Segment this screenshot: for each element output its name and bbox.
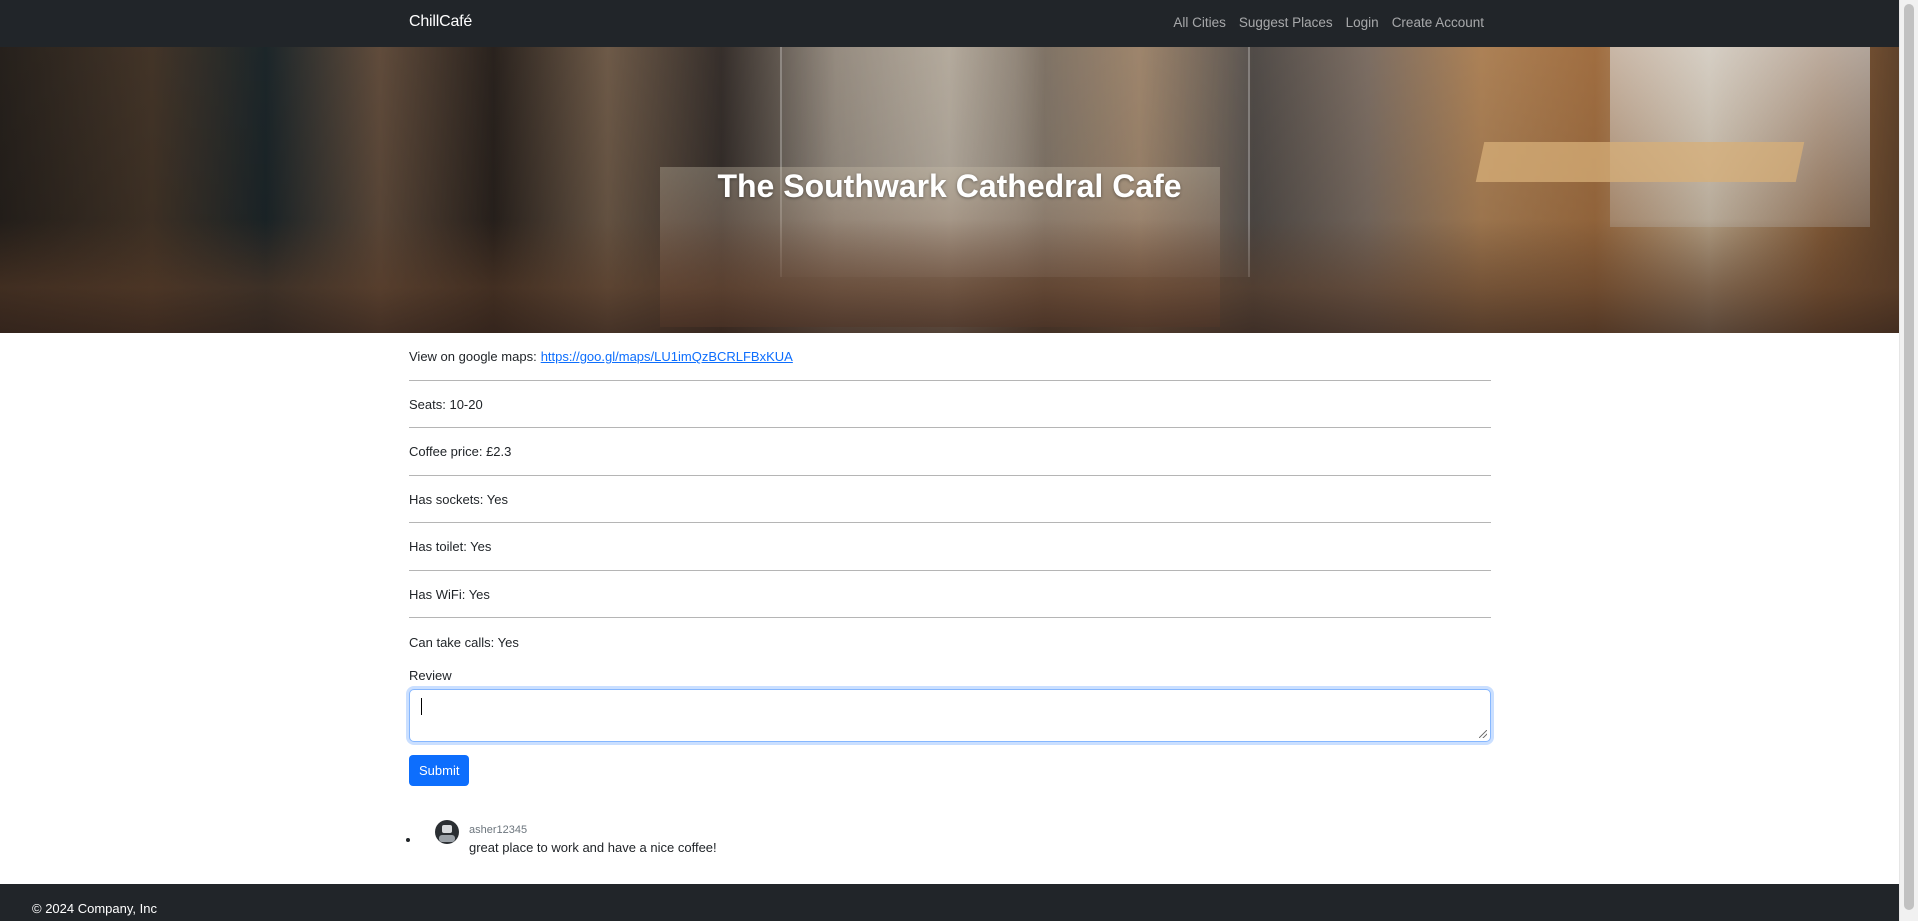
review-body: great place to work and have a nice coff… [469, 839, 717, 855]
seats-row: Seats: 10-20 [409, 381, 1491, 428]
review-content: asher12345 great place to work and have … [469, 824, 717, 855]
brand-logo[interactable]: ChillCafé [409, 13, 472, 31]
submit-button[interactable]: Submit [409, 754, 470, 786]
review-textarea[interactable] [409, 688, 1491, 742]
nav-login[interactable]: Login [1346, 15, 1379, 30]
review-username: asher12345 [469, 823, 528, 836]
wifi-row: Has WiFi: Yes [409, 571, 1491, 618]
hero-banner: The Southwark Cathedral Cafe [0, 47, 1899, 333]
text-caret [421, 697, 422, 715]
toilet-row: Has toilet: Yes [409, 523, 1491, 571]
nav-suggest-places[interactable]: Suggest Places [1239, 15, 1333, 30]
review-item: asher12345 great place to work and have … [435, 819, 1491, 855]
review-label: Review [409, 667, 452, 683]
footer-copyright: © 2024 Company, Inc [32, 901, 157, 916]
review-list: asher12345 great place to work and have … [421, 819, 1491, 855]
resize-grip-icon[interactable] [1479, 729, 1487, 738]
nav-all-cities[interactable]: All Cities [1173, 15, 1226, 30]
list-item: asher12345 great place to work and have … [421, 819, 1491, 855]
maps-label: View on google maps: [409, 349, 537, 365]
avatar [435, 819, 459, 844]
cafe-details: View on google maps: https://goo.gl/maps… [409, 333, 1491, 855]
vertical-scrollbar[interactable] [1899, 0, 1918, 921]
sockets-row: Has sockets: Yes [409, 476, 1491, 523]
nav-links: All Cities Suggest Places Login Create A… [1173, 15, 1484, 30]
cafe-title: The Southwark Cathedral Cafe [717, 168, 1182, 204]
top-navbar: ChillCafé All Cities Suggest Places Logi… [0, 0, 1899, 47]
coffee-price-row: Coffee price: £2.3 [409, 428, 1491, 476]
hero-image-shade [0, 218, 1899, 333]
footer: © 2024 Company, Inc [0, 884, 1899, 921]
maps-row: View on google maps: https://goo.gl/maps… [409, 333, 1491, 381]
scrollbar-thumb[interactable] [1904, 4, 1914, 910]
calls-row: Can take calls: Yes [409, 634, 519, 650]
nav-create-account[interactable]: Create Account [1392, 15, 1484, 30]
maps-link[interactable]: https://goo.gl/maps/LU1imQzBCRLFBxKUA [541, 349, 793, 364]
